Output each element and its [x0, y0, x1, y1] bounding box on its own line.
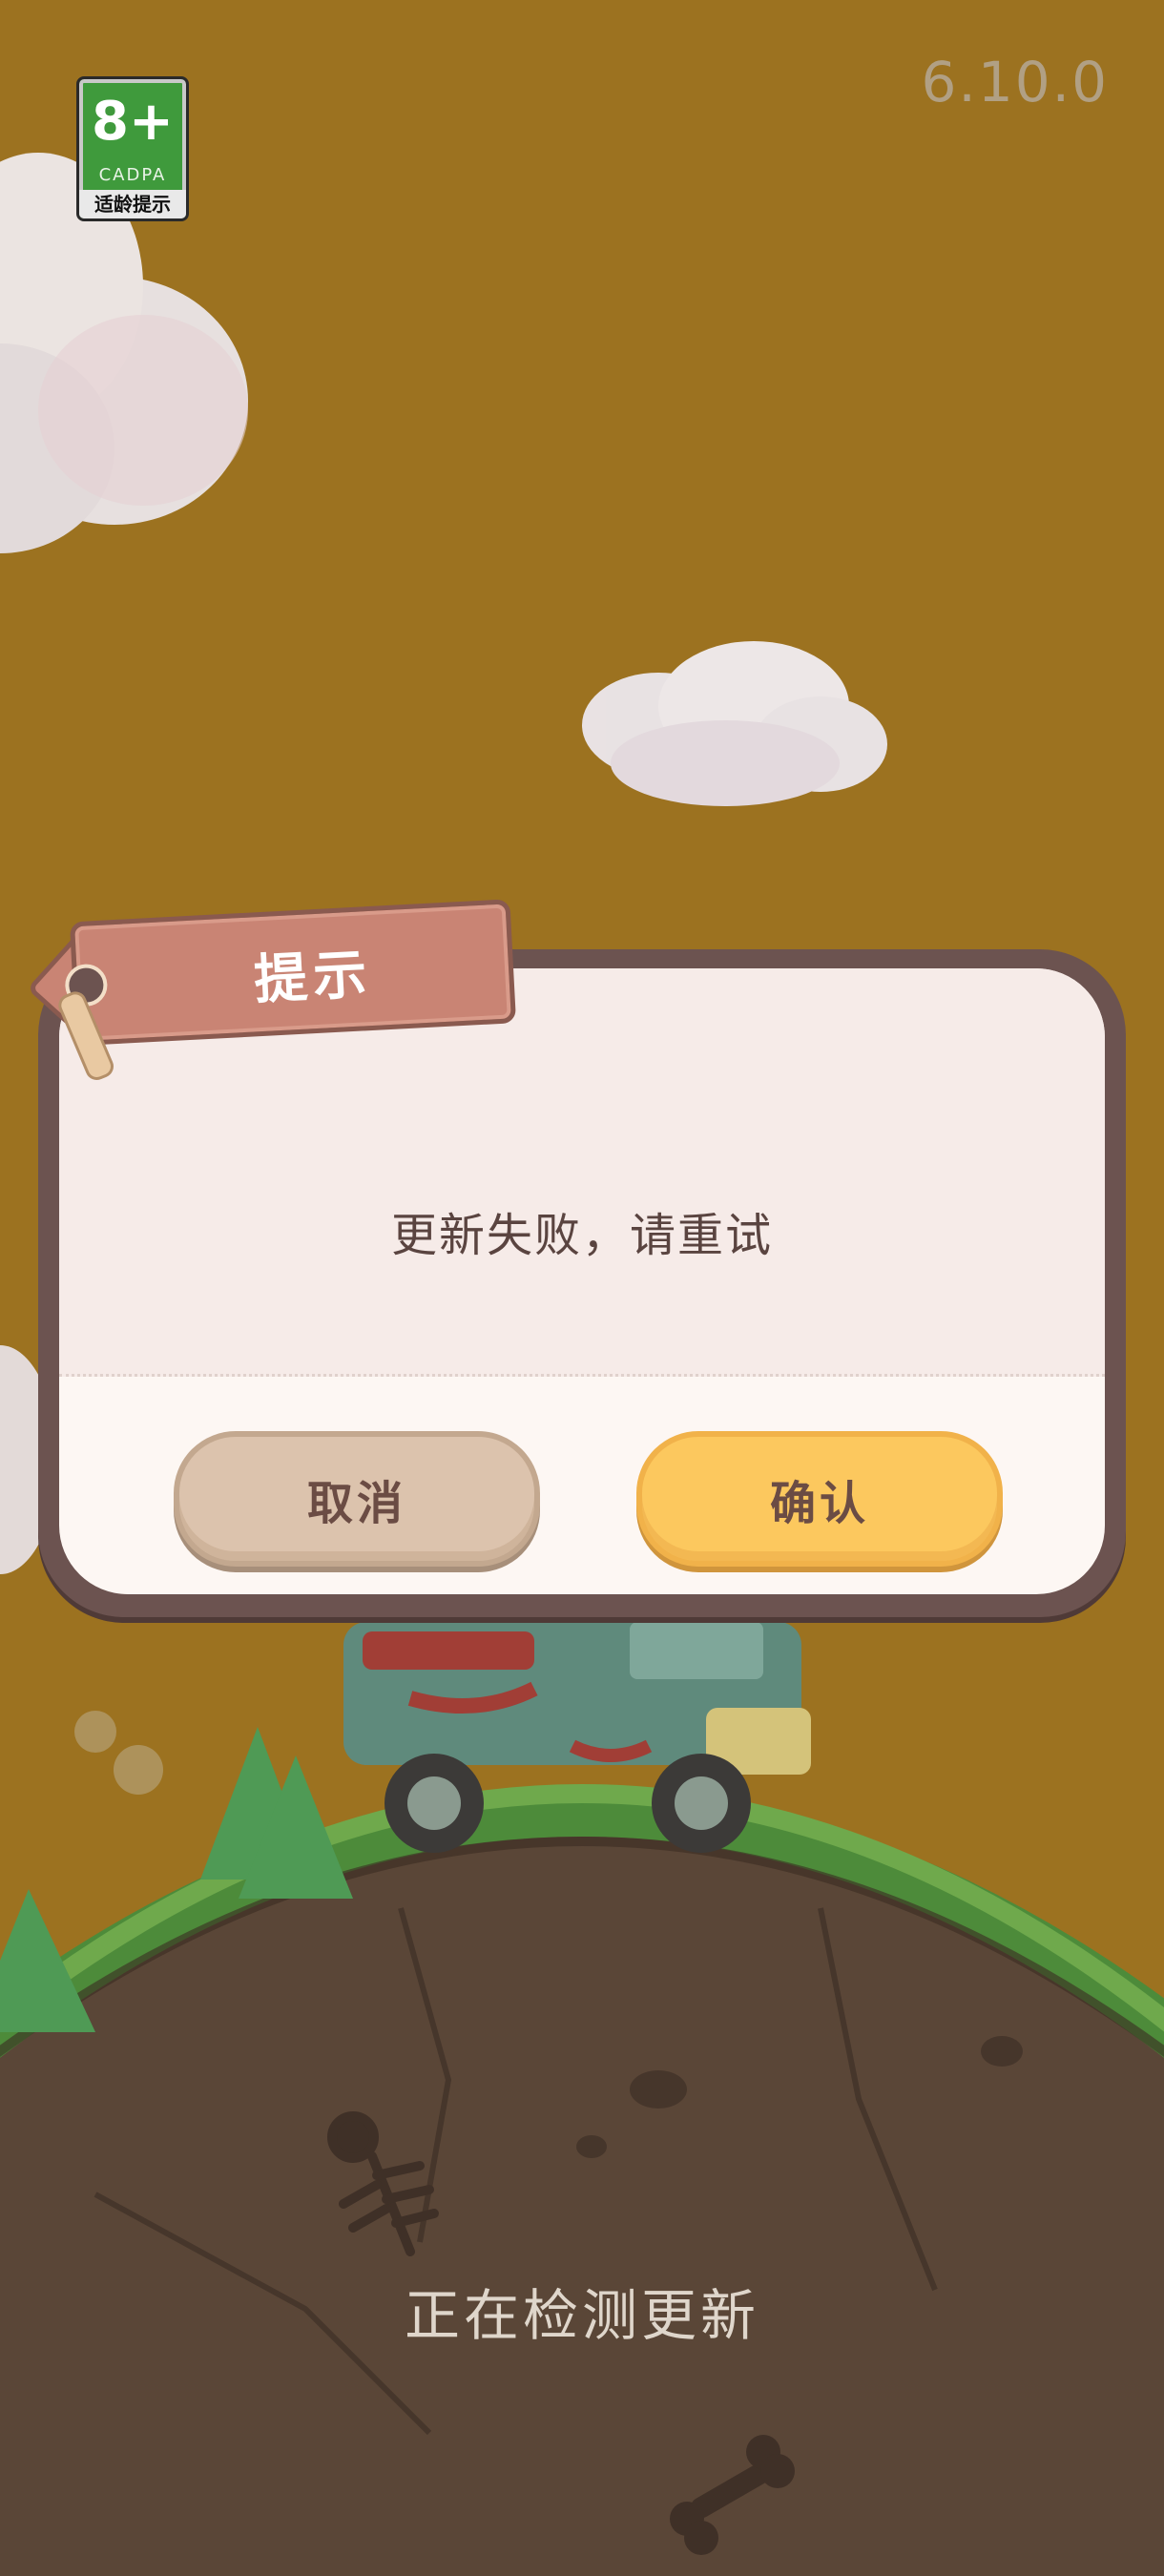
age-rating-org: CADPA: [98, 165, 167, 185]
dialog-panel: 更新失败，请重试 取消 确认: [59, 968, 1105, 1594]
dialog-message: 更新失败，请重试: [390, 1209, 773, 1262]
confirm-button[interactable]: 确认: [636, 1431, 1003, 1567]
hill: [0, 1783, 1164, 2576]
truck: [74, 1622, 811, 1853]
cloud-middle: [582, 641, 887, 806]
age-rating-value: 8+: [92, 91, 174, 153]
age-rating-badge: 8+ CADPA 适龄提示: [76, 76, 189, 221]
version-label: 6.10.0: [921, 50, 1109, 114]
cancel-button[interactable]: 取消: [174, 1431, 540, 1567]
game-screen: 8+ CADPA 适龄提示 6.10.0 更新失败，请重试 取消 确认 提示 正…: [0, 0, 1164, 2576]
age-rating-tip: 适龄提示: [79, 190, 186, 218]
dialog-title-tag: 提示: [26, 899, 517, 1084]
update-failed-dialog: 更新失败，请重试 取消 确认: [38, 949, 1126, 1617]
loading-status-text: 正在检测更新: [404, 2283, 759, 2348]
